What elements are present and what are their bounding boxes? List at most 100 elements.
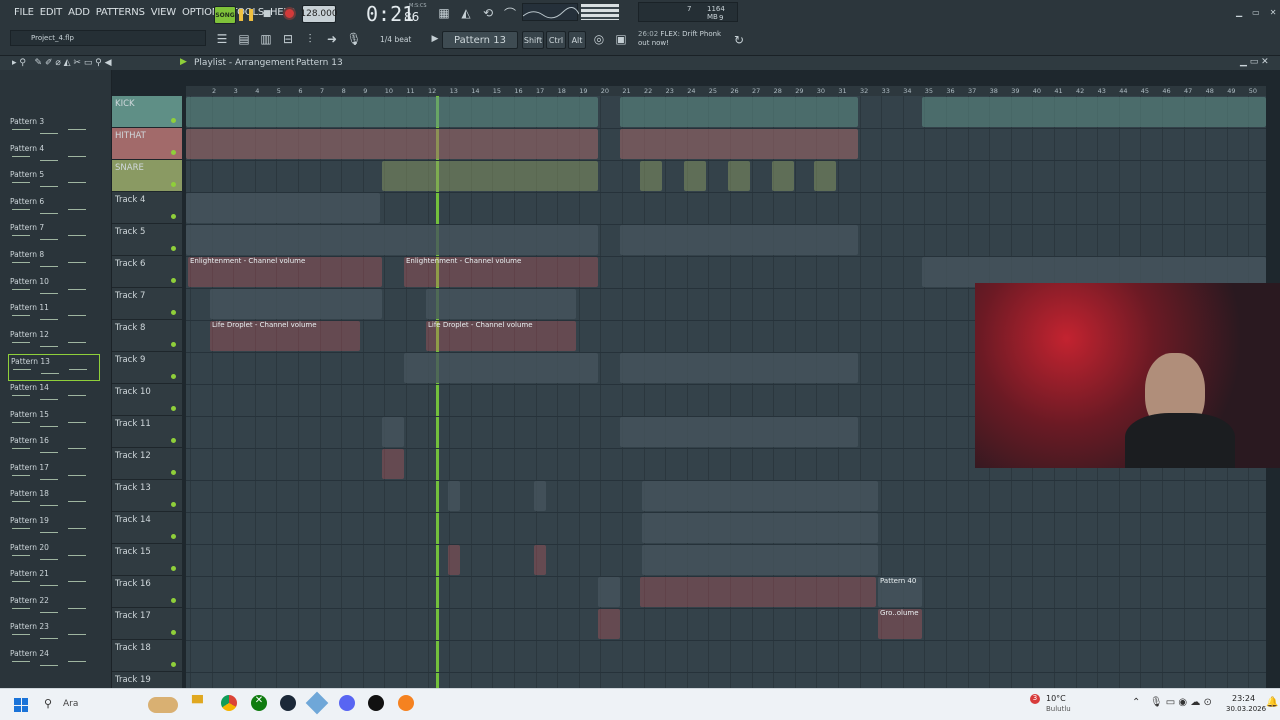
track-mute-led[interactable] [171,278,176,283]
menu-view[interactable]: VIEW [151,7,176,18]
track-mute-led[interactable] [171,630,176,635]
menu-add[interactable]: ADD [68,7,90,18]
track-header[interactable]: HITHAT [112,128,182,160]
pattern-clip[interactable]: Pattern 40 [878,577,922,607]
pattern-clip[interactable] [642,513,878,543]
track-mute-led[interactable] [171,470,176,475]
loop-icon[interactable]: ⟲ [480,5,496,21]
track-mute-led[interactable] [171,182,176,187]
pattern-item[interactable]: Pattern 7 [8,221,100,248]
track-header[interactable]: KICK [112,96,182,128]
pattern-clip[interactable] [186,129,598,159]
microphone-icon[interactable]: 🎙 [346,31,362,47]
pattern-prev-icon[interactable]: ▶ [427,31,443,47]
pattern-clip[interactable] [620,225,858,255]
date[interactable]: 30.03.2026 [1226,705,1266,713]
pattern-item[interactable]: Pattern 19 [8,514,100,541]
automation-clip[interactable]: Enlightenment - Channel volume [404,257,598,287]
track-mute-led[interactable] [171,662,176,667]
pattern-clip[interactable] [186,193,380,223]
track-header[interactable]: Track 5 [112,224,182,256]
widget-image[interactable] [148,697,178,713]
chrome-icon[interactable] [221,695,237,711]
pattern-clip[interactable] [448,545,460,575]
pattern-clip[interactable] [534,481,546,511]
menu-file[interactable]: FILE [14,7,34,18]
timeline-ruler[interactable]: 2 3 4 5 6 7 8 9 10 11 12 13 14 15 16 17 18 19 20 21 22 23 24 25… [186,86,1266,96]
playlist-window-controls[interactable]: ▁ ▭ ✕ [1240,57,1269,67]
pattern-item[interactable]: Pattern 5 [8,168,100,195]
pattern-clip[interactable] [772,161,794,191]
track-header[interactable]: Track 17 [112,608,182,640]
pattern-clip[interactable] [642,481,878,511]
track-header[interactable]: Track 9 [112,352,182,384]
playlist-icon[interactable]: ☰ [214,31,230,47]
start-icon[interactable] [14,698,28,712]
system-tray-icons[interactable]: ⌃ 🎙 ▭ ◉ ☁ ⊙ [1132,697,1212,708]
automation-clip[interactable]: Life Droplet - Channel volume [210,321,360,351]
track-header[interactable]: Track 4 [112,192,182,224]
track-header[interactable]: Track 18 [112,640,182,672]
pattern-clip[interactable] [598,577,620,607]
pattern-item[interactable]: Pattern 17 [8,461,100,488]
pattern-clip[interactable] [382,417,404,447]
track-mute-led[interactable] [171,246,176,251]
browser-icon[interactable]: ⊟ [280,31,296,47]
clock[interactable]: 23:24 [1232,694,1255,703]
track-header[interactable]: Track 16 [112,576,182,608]
restore-icon[interactable]: ▭ [1252,8,1260,17]
automation-clip[interactable]: Gro..olume [878,609,922,639]
fl-studio-icon[interactable] [398,695,414,711]
track-mute-led[interactable] [171,566,176,571]
track-header[interactable]: Track 15 [112,544,182,576]
track-header[interactable]: Track 7 [112,288,182,320]
pattern-clip[interactable] [728,161,750,191]
pattern-clip[interactable] [382,449,404,479]
track-header[interactable]: Track 8 [112,320,182,352]
track-header[interactable]: Track 13 [112,480,182,512]
pattern-item[interactable]: Pattern 14 [8,381,100,408]
pattern-clip[interactable] [448,481,460,511]
stop-icon[interactable]: ■ [259,6,275,22]
notification-icon[interactable]: 🔔 [1266,697,1278,708]
metronome-icon[interactable]: ◭ [458,5,474,21]
app-icon[interactable] [305,691,329,715]
pattern-clip[interactable] [210,289,382,319]
pattern-item[interactable]: Pattern 6 [8,195,100,222]
pattern-item[interactable]: Pattern 16 [8,434,100,461]
mixer-icon[interactable]: ⫶ [302,31,318,47]
track-mute-led[interactable] [171,150,176,155]
pattern-clip[interactable] [620,417,858,447]
pattern-item[interactable]: Pattern 15 [8,408,100,435]
track-header[interactable]: Track 14 [112,512,182,544]
pause-icon[interactable]: ❚❚ [236,6,256,22]
track-mute-led[interactable] [171,406,176,411]
discord-icon[interactable] [339,695,355,711]
news-panel[interactable]: 26:02 FLEX: Drift Phonk out now! [638,30,728,48]
track-header[interactable]: Track 11 [112,416,182,448]
song-mode-toggle[interactable]: SONG [214,6,236,24]
menu-edit[interactable]: EDIT [40,7,62,18]
pattern-clip[interactable] [534,545,546,575]
refresh-icon[interactable]: ↻ [731,32,747,48]
pattern-clip[interactable] [620,353,858,383]
pattern-clip[interactable] [186,225,598,255]
channel-rack-icon[interactable]: ▤ [236,31,252,47]
piano-roll-icon[interactable]: ▥ [258,31,274,47]
pattern-clip[interactable] [382,161,598,191]
pattern-item[interactable]: Pattern 20 [8,541,100,568]
xbox-icon[interactable]: ✕ [251,695,267,711]
pattern-clip[interactable] [426,289,576,319]
pattern-clip[interactable] [814,161,836,191]
track-header[interactable]: Track 12 [112,448,182,480]
minimize-icon[interactable]: ▁ [1236,8,1242,17]
pattern-clip[interactable] [620,97,858,127]
close-icon[interactable]: ✕ [1270,8,1277,17]
menu-patterns[interactable]: PATTERNS [96,7,145,18]
media-icon[interactable] [368,695,384,711]
pattern-clip[interactable] [640,577,876,607]
pattern-clip[interactable] [640,161,662,191]
wait-icon[interactable]: ⌒ [502,5,518,21]
plugin-picker-icon[interactable]: ➜ [324,31,340,47]
track-mute-led[interactable] [171,118,176,123]
